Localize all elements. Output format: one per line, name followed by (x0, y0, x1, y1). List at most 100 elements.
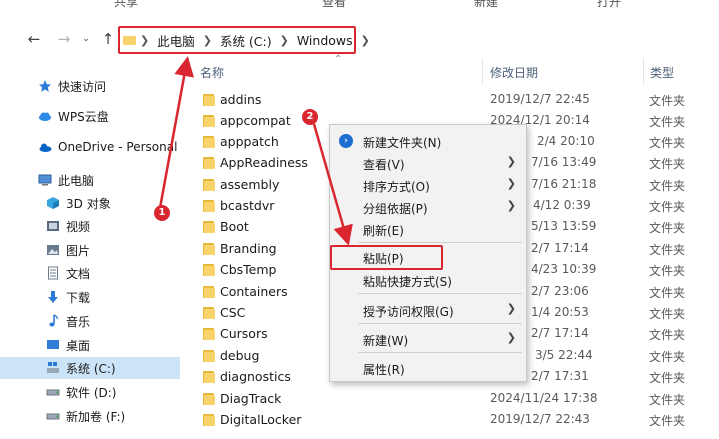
sidebar-item-downloads[interactable]: 下载 (46, 286, 90, 308)
document-icon (46, 266, 60, 280)
sidebar-item-label: 音乐 (66, 314, 91, 329)
sidebar-item-label: 此电脑 (58, 173, 95, 188)
ribbon-tab-share[interactable]: 共享 (114, 0, 138, 10)
sidebar-item-quick-access[interactable]: 快速访问 (38, 75, 106, 97)
drive-icon (46, 409, 60, 423)
menu-item-give-access[interactable]: 授予访问权限(G) ❯ (330, 299, 526, 321)
chevron-right-icon: ❯ (506, 302, 516, 315)
sidebar-item-label: 新加卷 (F:) (66, 409, 126, 424)
menu-item-properties[interactable]: 属性(R) (330, 357, 526, 379)
sidebar-item-label: 文档 (66, 266, 91, 281)
sidebar-item-pictures[interactable]: 图片 (46, 239, 90, 261)
up-arrow-icon[interactable]: ↑ (98, 28, 118, 50)
sort-up-icon: ⌃ (334, 54, 343, 65)
column-divider[interactable] (482, 58, 483, 84)
menu-item-sort-by[interactable]: 排序方式(O) ❯ (330, 174, 526, 196)
step-2-badge: 2 (302, 109, 318, 125)
breadcrumb-system-c[interactable]: 系统 (C:) (220, 31, 272, 50)
folder-icon (203, 264, 215, 276)
folder-icon (203, 94, 215, 106)
folder-icon (203, 393, 215, 405)
sidebar-item-system-c[interactable]: 系统 (C:) (0, 357, 180, 379)
chevron-right-icon[interactable]: ❯ (203, 34, 212, 47)
column-divider[interactable] (643, 58, 644, 84)
address-bar[interactable]: ❯ 此电脑 ❯ 系统 (C:) ❯ Windows ❯ (118, 26, 370, 54)
sidebar-item-label: 视频 (66, 219, 91, 234)
cloud-icon (38, 109, 52, 123)
breadcrumb-windows[interactable]: Windows (297, 33, 353, 48)
folder-icon (203, 115, 215, 127)
menu-divider (358, 242, 522, 243)
music-icon (46, 314, 60, 328)
sidebar-item-wps-cloud[interactable]: WPS云盘 (38, 105, 109, 127)
menu-item-new-folder[interactable]: › 新建文件夹(N) (330, 130, 526, 152)
list-item[interactable]: DiagTrack 2024/11/24 17:38 文件夹 (195, 388, 719, 409)
sidebar-item-this-pc[interactable]: 此电脑 (38, 169, 94, 191)
sidebar-item-music[interactable]: 音乐 (46, 310, 90, 332)
chevron-right-icon[interactable]: ❯ (280, 34, 289, 47)
folder-icon (203, 243, 215, 255)
column-header-name[interactable]: 名称 (200, 64, 224, 90)
menu-item-new[interactable]: 新建(W) ❯ (330, 328, 526, 350)
folder-icon (203, 371, 215, 383)
sidebar-item-label: 图片 (66, 243, 91, 258)
sidebar-item-label: 快速访问 (58, 79, 107, 94)
folder-icon (203, 221, 215, 233)
drive-icon (46, 385, 60, 399)
menu-divider (358, 323, 522, 324)
list-item[interactable]: DigitalLocker 2019/12/7 22:43 文件夹 (195, 409, 719, 430)
sidebar-item-label: 系统 (C:) (66, 361, 116, 376)
sidebar-item-videos[interactable]: 视频 (46, 215, 90, 237)
ribbon-tab-new[interactable]: 新建 (474, 0, 498, 10)
list-item[interactable]: addins 2019/12/7 22:45 文件夹 (195, 89, 719, 110)
sidebar-item-3d-objects[interactable]: 3D 对象 (46, 192, 111, 214)
chevron-right-icon: ❯ (506, 199, 516, 212)
drive-c-icon (46, 361, 60, 375)
column-header-type[interactable]: 类型 (650, 64, 674, 90)
menu-divider (358, 293, 522, 294)
download-icon (46, 290, 60, 304)
folder-icon (203, 328, 215, 340)
folder-icon (203, 414, 215, 426)
paste-highlight-box (330, 245, 443, 270)
sidebar-item-label: OneDrive - Personal (58, 140, 178, 154)
sidebar-item-new-volume-f[interactable]: 新加卷 (F:) (46, 405, 125, 427)
folder-icon (203, 157, 215, 169)
recent-dropdown-icon[interactable]: ⌄ (76, 28, 96, 50)
sidebar-item-desktop[interactable]: 桌面 (46, 334, 90, 356)
navigation-pane: 快速访问 WPS云盘 OneDrive - Personal 此电脑 3D 对象… (0, 66, 180, 439)
folder-icon (203, 307, 215, 319)
folder-icon (203, 286, 215, 298)
ribbon-remnant: 共享 查看 新建 打开 (0, 0, 719, 18)
menu-divider (358, 352, 522, 353)
ribbon-tab-view[interactable]: 查看 (322, 0, 346, 10)
cube-icon (46, 196, 60, 210)
desktop-icon (46, 338, 60, 352)
chevron-right-icon: ❯ (506, 177, 516, 190)
column-header-date[interactable]: 修改日期 (490, 64, 538, 90)
menu-item-paste-shortcut[interactable]: 粘贴快捷方式(S) (330, 269, 526, 291)
menu-item-view[interactable]: 查看(V) ❯ (330, 152, 526, 174)
star-icon (38, 79, 52, 93)
sidebar-item-documents[interactable]: 文档 (46, 262, 90, 284)
app-shortcut-icon: › (339, 134, 353, 148)
folder-icon (203, 200, 215, 212)
step-1-badge: 1 (154, 205, 170, 221)
ribbon-tab-open[interactable]: 打开 (597, 0, 621, 10)
video-icon (46, 219, 60, 233)
folder-icon (203, 136, 215, 148)
sidebar-item-label: 桌面 (66, 338, 91, 353)
sidebar-item-label: 下载 (66, 290, 91, 305)
sidebar-item-label: 3D 对象 (66, 196, 111, 211)
back-arrow-icon[interactable]: ← (24, 28, 44, 50)
forward-arrow-icon[interactable]: → (54, 28, 74, 50)
chevron-right-icon[interactable]: ❯ (361, 34, 370, 47)
menu-item-group-by[interactable]: 分组依据(P) ❯ (330, 196, 526, 218)
sidebar-item-onedrive[interactable]: OneDrive - Personal (38, 136, 177, 158)
computer-icon (38, 173, 52, 187)
breadcrumb-this-pc[interactable]: 此电脑 (157, 31, 195, 50)
sidebar-item-label: WPS云盘 (58, 109, 109, 124)
menu-item-refresh[interactable]: 刷新(E) (330, 218, 526, 240)
sidebar-item-software-d[interactable]: 软件 (D:) (46, 381, 116, 403)
chevron-right-icon[interactable]: ❯ (140, 34, 149, 47)
